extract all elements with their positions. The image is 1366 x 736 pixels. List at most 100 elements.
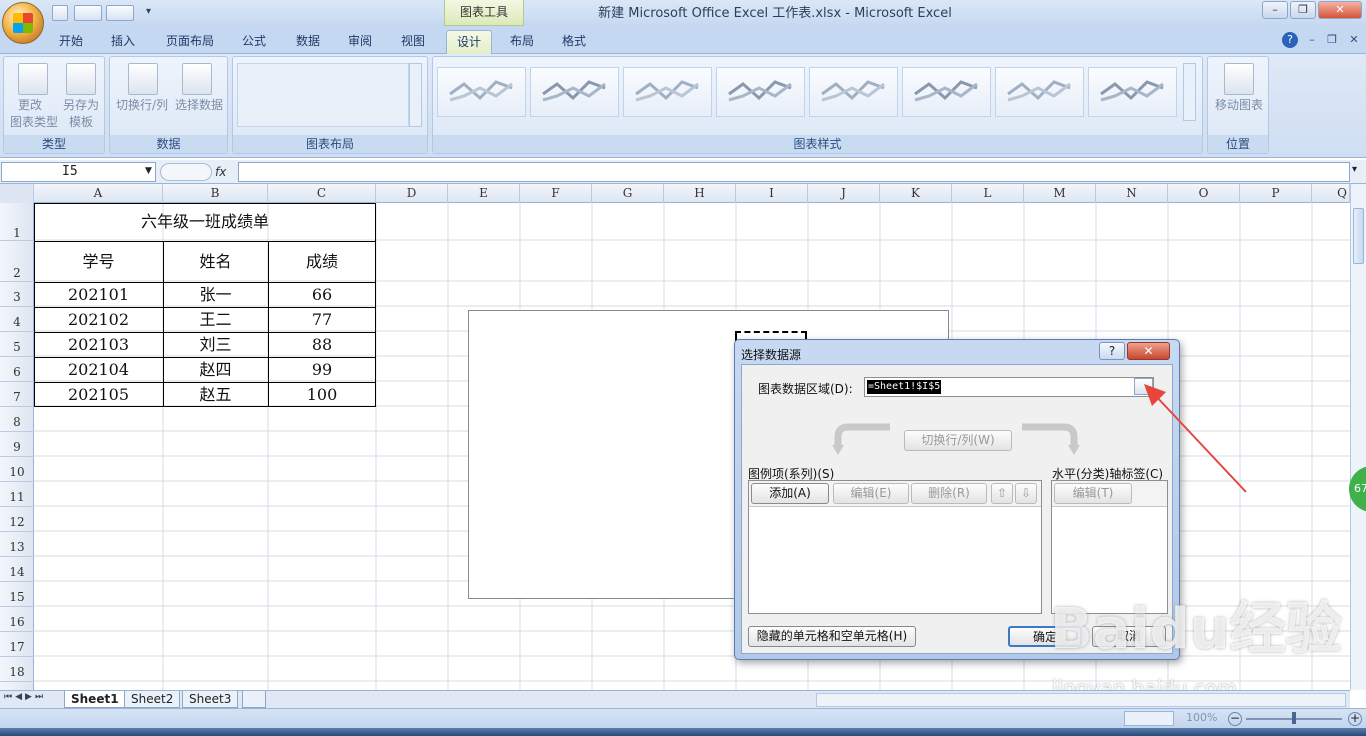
col-header-c[interactable]: C <box>268 184 376 203</box>
chart-style-6[interactable] <box>902 67 991 117</box>
tab-home[interactable]: 开始 <box>52 30 90 54</box>
col-header-n[interactable]: N <box>1096 184 1168 203</box>
zoom-level[interactable]: 100% <box>1186 711 1217 724</box>
name-box[interactable]: I5 <box>1 162 156 182</box>
cell-id[interactable]: 202101 <box>34 282 163 308</box>
switch-row-column-button[interactable]: 切换行/列(W) <box>904 430 1012 451</box>
series-list[interactable]: 添加(A) 编辑(E) 删除(R) ⇧ ⇩ <box>748 480 1042 614</box>
cell-id[interactable]: 202105 <box>34 382 163 408</box>
change-chart-type-icon[interactable] <box>18 63 48 95</box>
col-header-p[interactable]: P <box>1240 184 1312 203</box>
row-header-9[interactable]: 9 <box>0 432 34 457</box>
close-button[interactable]: ✕ <box>1318 1 1362 19</box>
maximize-button[interactable]: ❐ <box>1290 1 1316 19</box>
ribbon-restore-icon[interactable]: ❐ <box>1324 32 1340 48</box>
name-box-dropdown-icon[interactable]: ▼ <box>145 166 152 176</box>
cell-score[interactable]: 66 <box>268 282 376 308</box>
cell-score[interactable]: 88 <box>268 332 376 358</box>
dialog-close-button[interactable]: ✕ <box>1127 342 1170 360</box>
vertical-scroll-thumb[interactable] <box>1353 208 1364 264</box>
save-as-template-icon[interactable] <box>66 63 96 95</box>
cell-id[interactable]: 202104 <box>34 357 163 383</box>
sheet-tab-2[interactable]: Sheet2 <box>124 691 181 708</box>
save-icon[interactable] <box>52 5 68 21</box>
header-score[interactable]: 成绩 <box>268 241 376 283</box>
axis-labels-list[interactable]: 编辑(T) <box>1051 480 1168 614</box>
select-all-corner[interactable] <box>0 184 34 203</box>
sheet-nav-icons[interactable]: ⏮◀▶⏭ <box>4 692 46 702</box>
tab-layout[interactable]: 布局 <box>502 30 542 54</box>
add-series-button[interactable]: 添加(A) <box>751 483 829 504</box>
table-title[interactable]: 六年级一班成绩单 <box>34 203 376 240</box>
minimize-button[interactable]: – <box>1262 1 1288 19</box>
edit-axis-labels-button[interactable]: 编辑(T) <box>1054 483 1132 504</box>
redo-icon[interactable] <box>106 5 134 21</box>
tab-insert[interactable]: 插入 <box>104 30 142 54</box>
row-header-11[interactable]: 11 <box>0 482 34 507</box>
save-as-template-label-1[interactable]: 另存为 <box>56 97 106 114</box>
cell-id[interactable]: 202103 <box>34 332 163 358</box>
hidden-cells-button[interactable]: 隐藏的单元格和空单元格(H) <box>748 626 916 647</box>
row-header-7[interactable]: 7 <box>0 382 34 407</box>
zoom-slider-thumb[interactable] <box>1292 712 1296 724</box>
qat-dropdown-icon[interactable]: ▾ <box>146 6 151 17</box>
move-up-icon[interactable]: ⇧ <box>991 483 1013 504</box>
chart-range-input[interactable]: =Sheet1!$I$5 <box>864 377 1154 397</box>
tab-formulas[interactable]: 公式 <box>234 30 274 54</box>
select-data-icon[interactable] <box>182 63 212 95</box>
remove-series-button[interactable]: 删除(R) <box>911 483 987 504</box>
col-header-m[interactable]: M <box>1024 184 1096 203</box>
save-as-template-label-2[interactable]: 模板 <box>56 114 106 131</box>
horizontal-scrollbar[interactable] <box>816 693 1346 707</box>
tab-data[interactable]: 数据 <box>288 30 328 54</box>
col-header-o[interactable]: O <box>1168 184 1240 203</box>
header-student-id[interactable]: 学号 <box>34 241 163 283</box>
chart-style-5[interactable] <box>809 67 898 117</box>
switch-row-column-icon[interactable] <box>128 63 158 95</box>
chart-style-8[interactable] <box>1088 67 1177 117</box>
view-buttons[interactable] <box>1124 711 1174 726</box>
office-button[interactable] <box>2 2 44 44</box>
expand-formula-icon[interactable]: ▾ <box>1352 164 1357 175</box>
cell-name[interactable]: 赵五 <box>163 382 268 408</box>
tab-page-layout[interactable]: 页面布局 <box>160 30 220 54</box>
chart-style-2[interactable] <box>530 67 619 117</box>
cell-score[interactable]: 100 <box>268 382 376 408</box>
change-chart-type-label-2[interactable]: 图表类型 <box>4 114 64 131</box>
row-header-1[interactable]: 1 <box>0 203 34 241</box>
change-chart-type-label-1[interactable]: 更改 <box>4 97 56 114</box>
zoom-in-icon[interactable]: + <box>1348 712 1362 726</box>
chart-style-4[interactable] <box>716 67 805 117</box>
col-header-a[interactable]: A <box>34 184 163 203</box>
formula-input[interactable] <box>238 162 1350 182</box>
vertical-scrollbar[interactable] <box>1350 184 1366 690</box>
row-header-10[interactable]: 10 <box>0 457 34 482</box>
tab-format[interactable]: 格式 <box>554 30 594 54</box>
edit-series-button[interactable]: 编辑(E) <box>833 483 909 504</box>
tab-design[interactable]: 设计 <box>446 30 492 54</box>
zoom-out-icon[interactable]: − <box>1228 712 1242 726</box>
col-header-f[interactable]: F <box>520 184 592 203</box>
insert-function-icon[interactable]: fx <box>215 163 235 181</box>
header-name[interactable]: 姓名 <box>163 241 268 283</box>
cell-name[interactable]: 刘三 <box>163 332 268 358</box>
row-header-6[interactable]: 6 <box>0 357 34 382</box>
col-header-l[interactable]: L <box>952 184 1024 203</box>
cell-name[interactable]: 赵四 <box>163 357 268 383</box>
row-header-5[interactable]: 5 <box>0 332 34 357</box>
layout-gallery-scroll[interactable] <box>409 63 422 127</box>
col-header-h[interactable]: H <box>664 184 736 203</box>
row-header-18[interactable]: 18 <box>0 657 34 682</box>
chart-style-7[interactable] <box>995 67 1084 117</box>
new-sheet-icon[interactable] <box>242 691 266 708</box>
styles-gallery-scroll[interactable] <box>1183 63 1196 121</box>
row-header-4[interactable]: 4 <box>0 307 34 332</box>
ribbon-close-icon[interactable]: ✕ <box>1346 32 1362 48</box>
col-header-j[interactable]: J <box>808 184 880 203</box>
cell-score[interactable]: 99 <box>268 357 376 383</box>
move-chart-label[interactable]: 移动图表 <box>1208 97 1270 114</box>
tab-view[interactable]: 视图 <box>393 30 433 54</box>
tab-review[interactable]: 审阅 <box>340 30 380 54</box>
row-header-15[interactable]: 15 <box>0 582 34 607</box>
cell-score[interactable]: 77 <box>268 307 376 333</box>
